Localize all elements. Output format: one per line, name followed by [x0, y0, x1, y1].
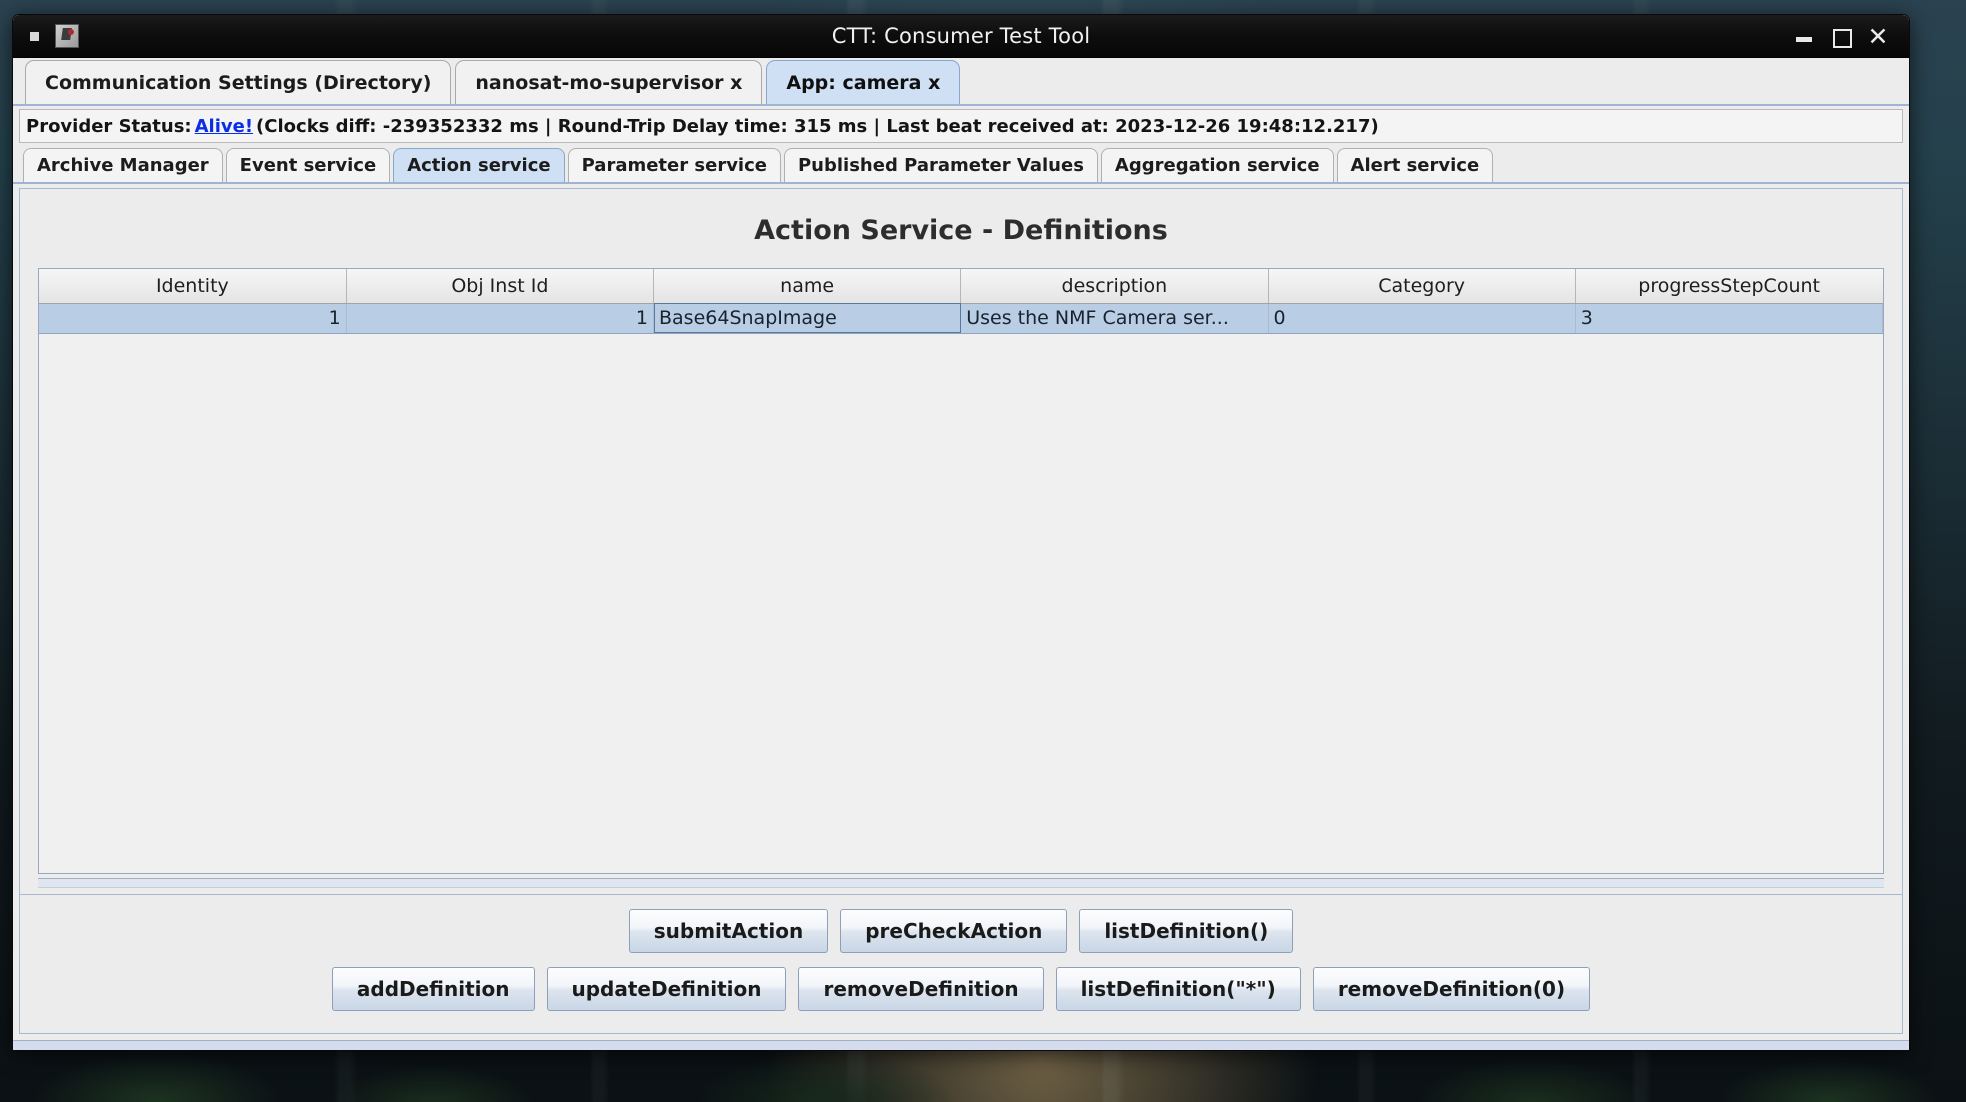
column-header-category[interactable]: Category	[1268, 269, 1576, 304]
service-tab-label: Published Parameter Values	[797, 155, 1084, 176]
window-menu-dot-icon[interactable]	[30, 31, 39, 41]
table-header-row: Identity Obj Inst Id name description Ca…	[39, 269, 1883, 304]
tab-parameter-service[interactable]: Parameter service	[567, 148, 781, 182]
definitions-table-container[interactable]: Identity Obj Inst Id name description Ca…	[38, 268, 1884, 874]
window-controls: ✕	[1795, 24, 1909, 49]
action-button-row-2: addDefinition updateDefinition removeDef…	[20, 953, 1902, 1033]
tab-alert-service[interactable]: Alert service	[1336, 148, 1494, 182]
service-tab-bar: Archive Manager Event service Action ser…	[13, 146, 1909, 184]
submit-action-button[interactable]: submitAction	[628, 909, 829, 953]
action-service-panel: Action Service - Definitions Identity Ob…	[19, 188, 1903, 895]
tab-published-parameter-values[interactable]: Published Parameter Values	[783, 148, 1098, 182]
add-definition-button[interactable]: addDefinition	[331, 967, 535, 1011]
cell-name[interactable]: Base64SnapImage	[653, 303, 962, 334]
tab-event-service[interactable]: Event service	[225, 148, 391, 182]
list-definition-wildcard-button[interactable]: listDefinition("*")	[1055, 967, 1301, 1011]
cell-description[interactable]: Uses the NMF Camera ser...	[960, 303, 1269, 334]
title-bar[interactable]: CTT: Consumer Test Tool ✕	[13, 15, 1909, 57]
column-header-name[interactable]: name	[653, 269, 962, 304]
minimize-icon[interactable]	[1795, 27, 1814, 46]
cell-obj-inst-id[interactable]: 1	[346, 303, 655, 334]
service-tab-label: Action service	[407, 155, 551, 176]
tab-action-service[interactable]: Action service	[393, 148, 565, 182]
provider-status-state[interactable]: Alive!	[195, 116, 253, 137]
window-title: CTT: Consumer Test Tool	[831, 24, 1091, 48]
window-footer-bar	[13, 1040, 1909, 1050]
column-header-progress-step-count[interactable]: progressStepCount	[1575, 269, 1883, 304]
application-window: CTT: Consumer Test Tool ✕ Communication …	[12, 14, 1910, 1051]
tab-label: nanosat-mo-supervisor x	[475, 71, 743, 94]
cell-progress-step-count[interactable]: 3	[1575, 303, 1884, 334]
provider-status-details: (Clocks diff: -239352332 ms | Round-Trip…	[256, 115, 1379, 137]
close-icon[interactable]: ✕	[1867, 24, 1889, 49]
tab-aggregation-service[interactable]: Aggregation service	[1100, 148, 1334, 182]
service-tab-label: Parameter service	[581, 155, 767, 176]
tab-communication-settings[interactable]: Communication Settings (Directory)	[25, 60, 452, 104]
page-title: Action Service - Definitions	[754, 215, 1168, 246]
list-definition-button[interactable]: listDefinition()	[1079, 909, 1294, 953]
remove-definition-button[interactable]: removeDefinition	[798, 967, 1044, 1011]
definitions-table: Identity Obj Inst Id name description Ca…	[39, 269, 1884, 334]
provider-status-prefix: Provider Status:	[26, 115, 192, 137]
remove-definition-zero-button[interactable]: removeDefinition(0)	[1312, 967, 1591, 1011]
column-header-description[interactable]: description	[960, 269, 1269, 304]
update-definition-button[interactable]: updateDefinition	[546, 967, 787, 1011]
action-button-row-1: submitAction preCheckAction listDefiniti…	[20, 895, 1902, 953]
tab-archive-manager[interactable]: Archive Manager	[23, 148, 223, 182]
app-icon	[55, 24, 79, 48]
action-buttons-panel: submitAction preCheckAction listDefiniti…	[19, 895, 1903, 1034]
top-tab-bar: Communication Settings (Directory) nanos…	[13, 58, 1909, 106]
cell-category[interactable]: 0	[1268, 303, 1576, 334]
service-tab-label: Aggregation service	[1114, 155, 1320, 176]
tab-label: App: camera x	[786, 71, 941, 94]
tab-app-camera[interactable]: App: camera x	[766, 60, 961, 104]
service-tab-label: Alert service	[1350, 155, 1480, 176]
column-header-obj-inst-id[interactable]: Obj Inst Id	[346, 269, 655, 304]
table-horizontal-scrollbar[interactable]	[38, 878, 1884, 888]
window-body: Communication Settings (Directory) nanos…	[13, 57, 1909, 1050]
table-row[interactable]: 1 1 Base64SnapImage Uses the NMF Camera …	[39, 303, 1884, 334]
tab-nanosat-mo-supervisor[interactable]: nanosat-mo-supervisor x	[455, 60, 763, 104]
column-header-identity[interactable]: Identity	[39, 269, 347, 304]
service-tab-label: Archive Manager	[37, 155, 209, 176]
pre-check-action-button[interactable]: preCheckAction	[840, 909, 1068, 953]
tab-label: Communication Settings (Directory)	[45, 71, 432, 94]
service-tab-label: Event service	[239, 155, 377, 176]
table-empty-area	[39, 333, 1883, 873]
provider-status-bar: Provider Status: Alive! (Clocks diff: -2…	[19, 109, 1903, 143]
cell-identity[interactable]: 1	[39, 303, 347, 334]
maximize-icon[interactable]	[1831, 27, 1852, 48]
